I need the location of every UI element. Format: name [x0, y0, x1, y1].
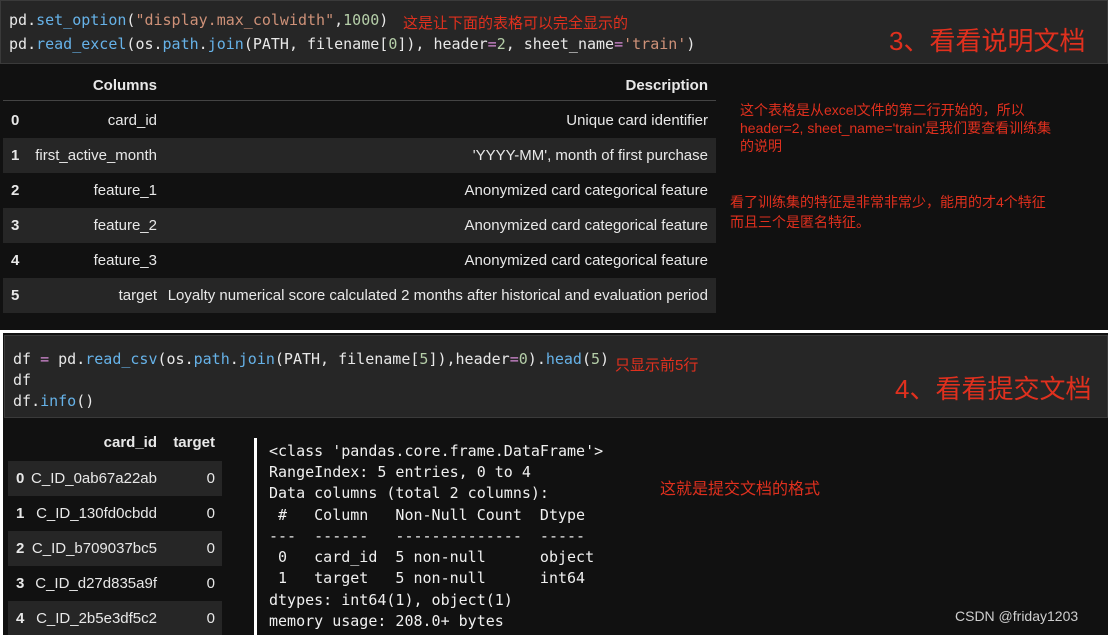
code-cell-2[interactable]: df = pd.read_csv(os.path.join(PATH, file…	[4, 335, 1108, 418]
code-cell-1[interactable]: pd.set_option("display.max_colwidth",100…	[0, 0, 1108, 64]
annotation-head-note: 只显示前5行	[615, 357, 699, 374]
annotation-feature-note: 看了训练集的特征是非常非常少，能用的才4个特征 而且三个是匿名特征。	[730, 194, 1046, 230]
code-line-2: df	[13, 371, 32, 389]
code-line-1: df = pd.read_csv(os.path.join(PATH, file…	[13, 350, 610, 368]
submission-table: card_id target 0 C_ID_0ab67a22ab 0 1 C_I…	[0, 425, 230, 635]
column-header-target: target	[173, 434, 215, 451]
table-row: 2 C_ID_b709037bc5 0	[8, 531, 222, 566]
watermark: CSDN @friday1203	[955, 608, 1079, 624]
description-table: Columns Description 0 card_id Unique car…	[0, 68, 716, 318]
table-header-row: card_id target	[8, 425, 222, 460]
column-header-columns: Columns	[92, 77, 157, 94]
table-row: 1 C_ID_130fd0cbdd 0	[16, 505, 215, 522]
table-row: 3 C_ID_d27d835a9f 0	[16, 575, 215, 592]
table-row: 2 feature_1 Anonymized card categorical …	[11, 182, 708, 199]
table-header-divider	[3, 100, 716, 101]
table-row: 1 first_active_month 'YYYY-MM', month of…	[3, 138, 716, 173]
table-row: 4 feature_3 Anonymized card categorical …	[11, 252, 708, 269]
code-line-2: pd.read_excel(os.path.join(PATH, filenam…	[9, 35, 696, 53]
section-title-4: 4、看看提交文档	[895, 374, 1092, 404]
annotation-submission-format: 这就是提交文档的格式	[660, 481, 821, 498]
table-row: 5 target Loyalty numerical score calcula…	[3, 278, 716, 313]
table-row: 3 feature_2 Anonymized card categorical …	[3, 208, 716, 243]
column-header-card-id: card_id	[103, 434, 157, 451]
table-header-row: Columns Description	[3, 68, 716, 103]
table-row: 4 C_ID_2b5e3df5c2 0	[8, 601, 222, 635]
column-header-description: Description	[625, 77, 708, 94]
annotation-header-explanation: 这个表格是从excel文件的第二行开始的，所以 header=2, sheet_…	[740, 102, 1052, 154]
annotation-display-note: 这是让下面的表格可以完全显示的	[403, 15, 629, 32]
table-row: 0 C_ID_0ab67a22ab 0	[8, 461, 222, 496]
code-line-3: df.info()	[13, 392, 95, 410]
section-title-3: 3、看看说明文档	[889, 26, 1086, 56]
code-line-1: pd.set_option("display.max_colwidth",100…	[9, 11, 389, 29]
table-row: 0 card_id Unique card identifier	[11, 112, 708, 129]
info-output: <class 'pandas.core.frame.DataFrame'> Ra…	[254, 438, 614, 635]
